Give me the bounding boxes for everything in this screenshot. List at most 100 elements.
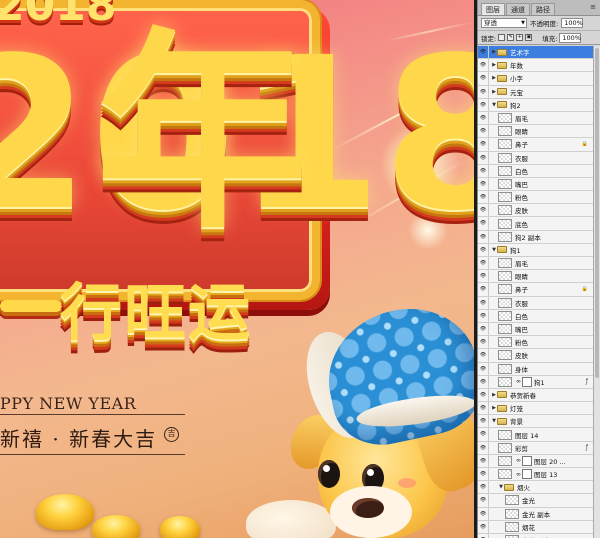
visibility-eye-icon[interactable]: 👁: [478, 349, 489, 362]
layer-row[interactable]: 👁 白色: [478, 164, 594, 178]
layer-row[interactable]: 👁 粉色: [478, 336, 594, 350]
layer-row[interactable]: 👁 嘴巴: [478, 177, 594, 192]
visibility-eye-icon[interactable]: 👁: [478, 375, 489, 388]
layer-list[interactable]: 👁 ▶ 艺术字 👁 ▶ 年数 👁 ▶ 小字 👁 ▶ 元宝 👁 ▼ 狗2 👁 眉毛 👁 眼睛 👁 鼻子 🔒 👁 衣服 👁 白色 👁 嘴巴…: [478, 46, 594, 538]
panel-menu-icon[interactable]: ≡: [589, 3, 597, 11]
blend-mode-dropdown[interactable]: 穿透 ▼: [481, 18, 527, 28]
tab-channels[interactable]: 通道: [506, 3, 530, 15]
layer-effects-icon[interactable]: ƒ: [586, 378, 588, 385]
layer-row[interactable]: 👁 粉色: [478, 191, 594, 205]
visibility-eye-icon[interactable]: 👁: [478, 164, 489, 177]
layer-row[interactable]: 👁 皮肤: [478, 349, 594, 363]
layer-row[interactable]: 👁 ▶ 灯笼: [478, 402, 594, 416]
visibility-eye-icon[interactable]: 👁: [478, 336, 489, 349]
layer-row[interactable]: 👁 衣服: [478, 151, 594, 165]
visibility-eye-icon[interactable]: 👁: [478, 402, 489, 415]
visibility-eye-icon[interactable]: 👁: [478, 468, 489, 481]
layer-row[interactable]: 👁 ▶ 小字: [478, 72, 594, 86]
layer-row[interactable]: 👁 ▶ 恭贺新春: [478, 388, 594, 403]
visibility-eye-icon[interactable]: 👁: [478, 520, 489, 533]
layer-mask-thumbnail[interactable]: [522, 376, 532, 387]
layer-row[interactable]: 👁 眼睛: [478, 125, 594, 139]
visibility-eye-icon[interactable]: 👁: [478, 415, 489, 428]
layer-row[interactable]: 👁 ▼ 狗2: [478, 98, 594, 112]
lock-icon: 🔒: [581, 141, 588, 148]
visibility-eye-icon[interactable]: 👁: [478, 388, 489, 402]
visibility-eye-icon[interactable]: 👁: [478, 217, 489, 230]
layer-mask-thumbnail[interactable]: [522, 469, 532, 480]
layer-row[interactable]: 👁 ▶ 艺术字: [478, 46, 594, 60]
visibility-eye-icon[interactable]: 👁: [478, 46, 489, 59]
link-icon[interactable]: ∞: [516, 471, 521, 478]
layer-row[interactable]: 👁 ∞ 图层 20 ...: [478, 454, 594, 468]
visibility-eye-icon[interactable]: 👁: [478, 481, 489, 494]
visibility-eye-icon[interactable]: 👁: [478, 494, 489, 507]
layer-row[interactable]: 👁金光 副本 2: [478, 533, 594, 538]
layer-row[interactable]: 👁 ▶ 年数: [478, 59, 594, 73]
lock-pixels-icon[interactable]: ✎: [507, 34, 515, 41]
visibility-eye-icon[interactable]: 👁: [478, 362, 489, 375]
visibility-eye-icon[interactable]: 👁: [478, 204, 489, 217]
link-icon[interactable]: ∞: [516, 378, 521, 385]
visibility-eye-icon[interactable]: 👁: [478, 125, 489, 138]
visibility-eye-icon[interactable]: 👁: [478, 296, 489, 309]
visibility-eye-icon[interactable]: 👁: [478, 322, 489, 336]
visibility-eye-icon[interactable]: 👁: [478, 309, 489, 322]
layer-row[interactable]: 👁 ∞ 狗1 ƒ: [478, 375, 594, 389]
visibility-eye-icon[interactable]: 👁: [478, 177, 489, 191]
layer-row[interactable]: 👁 皮肤: [478, 204, 594, 218]
visibility-eye-icon[interactable]: 👁: [478, 283, 489, 296]
layer-row[interactable]: 👁 金光 副本: [478, 507, 594, 521]
layer-row[interactable]: 👁 底色: [478, 217, 594, 231]
visibility-eye-icon[interactable]: 👁: [478, 454, 489, 467]
visibility-eye-icon[interactable]: 👁: [478, 151, 489, 164]
visibility-eye-icon[interactable]: 👁: [478, 72, 489, 85]
layer-list-scrollbar[interactable]: [593, 46, 600, 538]
fill-field[interactable]: 100%: [559, 32, 582, 43]
layer-row[interactable]: 👁 狗2 副本: [478, 230, 594, 244]
visibility-eye-icon[interactable]: 👁: [478, 111, 489, 125]
visibility-eye-icon[interactable]: 👁: [478, 230, 489, 243]
layer-row[interactable]: 👁 身体: [478, 362, 594, 376]
lock-all-icon[interactable]: ▣: [525, 34, 533, 41]
layer-row[interactable]: 👁 彩剪 ƒ: [478, 441, 594, 455]
visibility-eye-icon[interactable]: 👁: [478, 59, 489, 72]
visibility-eye-icon[interactable]: 👁: [478, 428, 489, 441]
layer-row[interactable]: 👁 眉毛: [478, 111, 594, 126]
layer-row[interactable]: 👁 烟花: [478, 520, 594, 534]
lock-transparent-icon[interactable]: [498, 34, 506, 41]
visibility-eye-icon[interactable]: 👁: [478, 191, 489, 204]
scrollbar-thumb[interactable]: [595, 48, 599, 378]
visibility-eye-icon[interactable]: 👁: [478, 507, 489, 520]
layer-row[interactable]: 👁 眉毛: [478, 257, 594, 271]
layer-row[interactable]: 👁 ▼ 背景: [478, 415, 594, 429]
layer-row[interactable]: 👁 ▼ 烟火: [478, 481, 594, 495]
visibility-eye-icon[interactable]: 👁: [478, 441, 489, 454]
layer-row[interactable]: 👁 ∞ 图层 13: [478, 468, 594, 482]
visibility-eye-icon[interactable]: 👁: [478, 270, 489, 283]
opacity-field[interactable]: 100%: [561, 18, 584, 28]
visibility-eye-icon[interactable]: 👁: [478, 85, 489, 98]
visibility-eye-icon[interactable]: 👁: [478, 98, 489, 111]
layer-row[interactable]: 👁 鼻子 🔒: [478, 283, 594, 297]
layer-row[interactable]: 👁 ▼ 狗1: [478, 243, 594, 257]
layer-row[interactable]: 👁 白色: [478, 309, 594, 323]
layer-row[interactable]: 👁 嘴巴: [478, 322, 594, 337]
layer-mask-thumbnail[interactable]: [522, 455, 532, 466]
layer-row[interactable]: 👁 眼睛: [478, 270, 594, 284]
tab-paths[interactable]: 路径: [531, 3, 555, 15]
layer-row[interactable]: 👁 鼻子 🔒: [478, 138, 594, 152]
layer-row[interactable]: 👁 金光: [478, 494, 594, 508]
layer-row[interactable]: 👁 图层 14: [478, 428, 594, 442]
layer-row[interactable]: 👁 衣服: [478, 296, 594, 310]
layer-effects-icon[interactable]: ƒ: [586, 444, 588, 451]
visibility-eye-icon[interactable]: 👁: [478, 243, 489, 256]
document-canvas[interactable]: 2018 2018 年 行旺运 PPY NEW YEAR 新禧 · 新春大吉 吉: [0, 0, 477, 538]
visibility-eye-icon[interactable]: 👁: [478, 257, 489, 270]
visibility-eye-icon[interactable]: 👁: [478, 138, 489, 151]
layer-row[interactable]: 👁 ▶ 元宝: [478, 85, 594, 99]
link-icon[interactable]: ∞: [516, 457, 521, 464]
visibility-eye-icon[interactable]: 👁: [478, 533, 489, 538]
lock-position-icon[interactable]: +: [516, 34, 524, 41]
tab-layers[interactable]: 图层: [481, 3, 505, 15]
